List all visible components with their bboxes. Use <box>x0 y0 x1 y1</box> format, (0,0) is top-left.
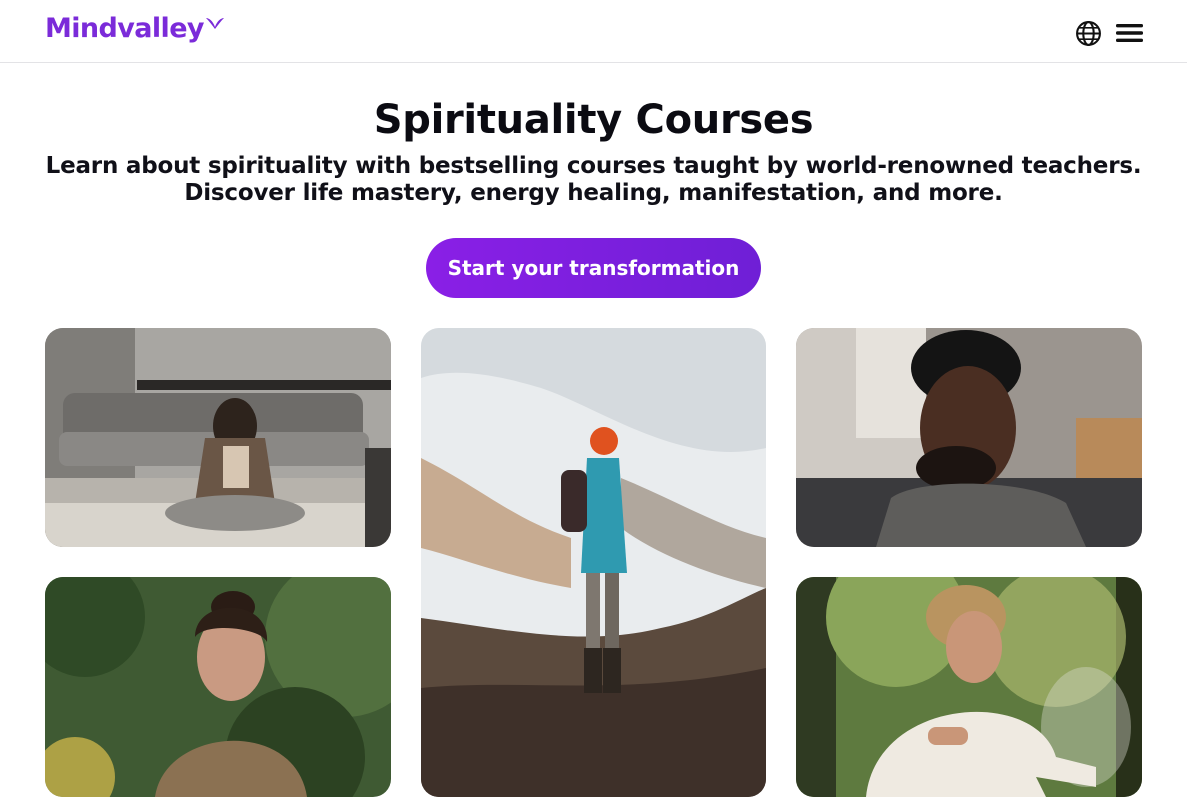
man-breathing-in-forest-photo <box>796 577 1142 797</box>
site-header: Mindvalley <box>0 0 1187 63</box>
page-title: Spirituality Courses <box>373 97 814 143</box>
subtitle-line-2: Discover life mastery, energy healing, m… <box>184 180 1003 206</box>
menu-icon <box>1115 24 1143 42</box>
subtitle-line-1: Learn about spirituality with bestsellin… <box>45 153 1142 179</box>
woman-meditating-living-room-photo <box>45 328 391 547</box>
logo-wing-icon <box>205 18 224 29</box>
mindvalley-logo[interactable]: Mindvalley <box>45 14 225 46</box>
hiker-snowy-mountain-photo <box>421 328 766 797</box>
man-eyes-closed-photo <box>796 328 1142 547</box>
menu-button[interactable] <box>1115 19 1143 47</box>
globe-icon <box>1075 20 1101 46</box>
page-subtitle: Learn about spirituality with bestsellin… <box>30 153 1157 207</box>
woman-in-forest-photo <box>45 577 391 797</box>
logo-text: Mindvalley <box>45 13 205 44</box>
language-button[interactable] <box>1074 19 1102 47</box>
start-transformation-button[interactable]: Start your transformation <box>426 238 761 298</box>
